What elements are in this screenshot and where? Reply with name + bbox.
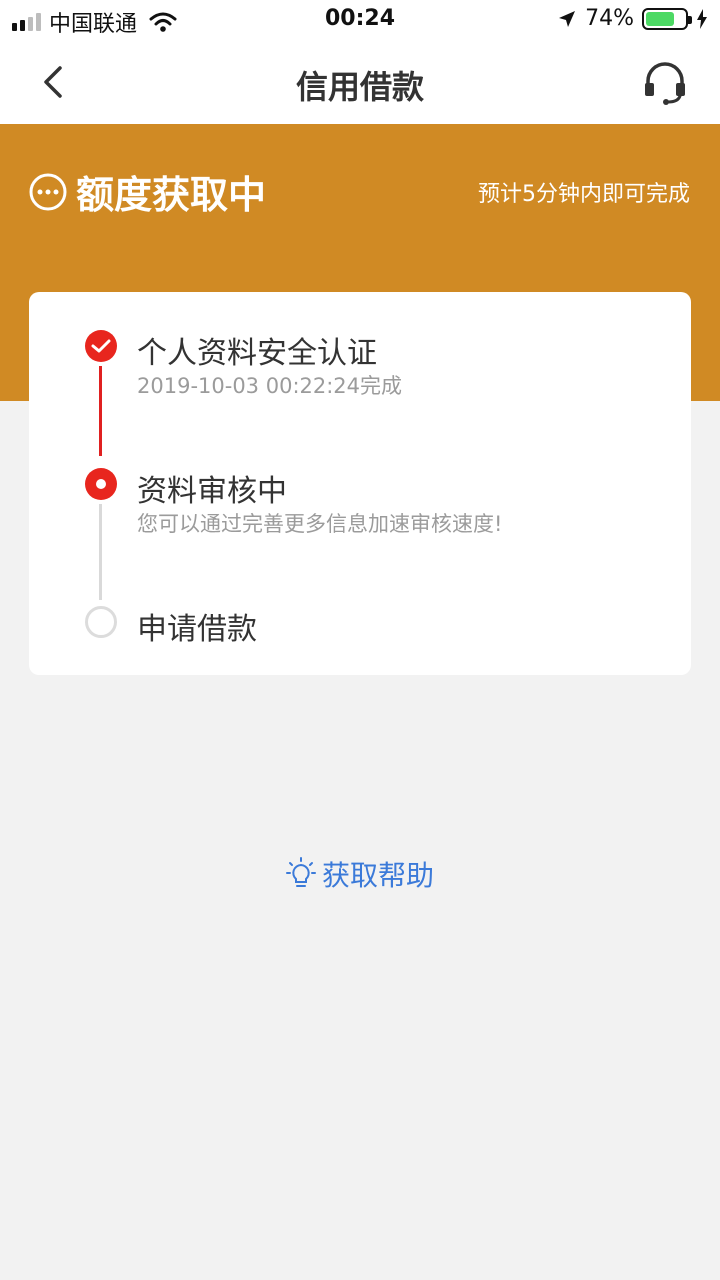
battery-fill	[646, 11, 675, 26]
step-title: 个人资料安全认证	[137, 336, 377, 371]
customer-service-button[interactable]	[640, 58, 690, 108]
quota-status: 额度获取中	[28, 164, 266, 219]
dot-circle-icon	[85, 468, 117, 500]
lightbulb-icon	[285, 857, 316, 887]
eta-hint: 预计5分钟内即可完成	[478, 182, 690, 207]
page-title: 信用借款	[295, 68, 424, 106]
check-circle-icon	[85, 330, 117, 362]
headset-icon	[645, 62, 685, 105]
get-help-link[interactable]: 获取帮助	[0, 854, 720, 894]
status-bar: 中国联通 00:24 74%	[0, 0, 720, 40]
quota-status-text: 额度获取中	[76, 173, 267, 217]
empty-circle-icon	[85, 606, 117, 638]
step-connector-pending	[99, 504, 102, 600]
battery-icon	[642, 7, 692, 30]
status-right: 74%	[557, 6, 708, 31]
step-connector-done	[99, 366, 102, 456]
step-subtitle: 2019-10-03 00:22:24完成	[137, 374, 403, 398]
get-help-label: 获取帮助	[321, 859, 434, 892]
step-title: 申请借款	[137, 612, 257, 647]
location-arrow-icon	[559, 10, 576, 27]
step-title: 资料审核中	[137, 474, 287, 509]
nav-bar: 信用借款	[0, 40, 720, 124]
battery-percent: 74%	[585, 6, 634, 31]
charging-bolt-icon	[697, 8, 707, 29]
progress-card: 个人资料安全认证 2019-10-03 00:22:24完成 资料审核中 您可以…	[29, 292, 691, 675]
step-subtitle: 您可以通过完善更多信息加速审核速度!	[137, 512, 503, 536]
ellipsis-circle-icon	[29, 173, 67, 210]
